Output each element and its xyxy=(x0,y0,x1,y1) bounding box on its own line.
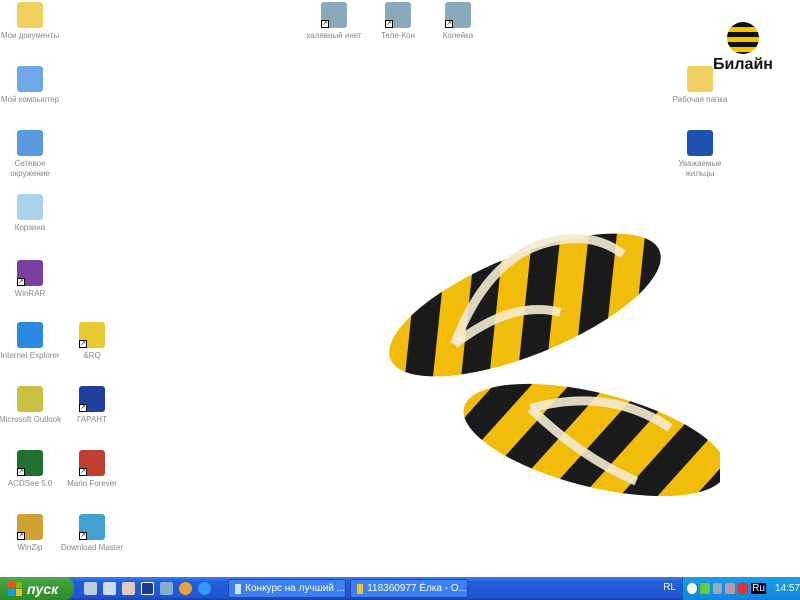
desktop-icon-label: WinRAR xyxy=(14,289,46,298)
network-connection-icon: ↗ xyxy=(321,2,347,28)
flip-flop-top xyxy=(389,233,661,377)
desktop-icon-label: ГАРАНТ xyxy=(77,415,107,424)
acdsee-icon: ↗ xyxy=(17,450,43,476)
mario-icon: ↗ xyxy=(79,450,105,476)
word-document-icon xyxy=(687,130,713,156)
desktop-icon-label: Мои документы xyxy=(0,31,60,40)
desktop-icon-label: Download Master xyxy=(60,543,124,552)
network-connection-icon: ↗ xyxy=(385,2,411,28)
desktop-icon[interactable]: ↗ халявный инет xyxy=(302,2,366,41)
desktop-icon[interactable]: Сетевое окружение xyxy=(0,130,62,179)
desktop-icon-label: Теле-Кон xyxy=(381,31,415,40)
network-connection-icon: ↗ xyxy=(445,2,471,28)
desktop-icon[interactable]: Microsoft Outlook xyxy=(0,386,62,425)
language-indicator[interactable]: RL xyxy=(663,582,676,593)
briefcase-icon xyxy=(357,583,364,594)
flip-flops-wallpaper xyxy=(389,233,720,497)
desktop-icon-label: Корзина xyxy=(14,223,46,232)
tray-app-icon[interactable] xyxy=(699,583,710,594)
shortcut-arrow-icon: ↗ xyxy=(321,20,329,28)
desktop-icon-label: ACDSee 5.0 xyxy=(7,479,53,488)
desktop-icon[interactable]: ↗ Download Master xyxy=(60,514,124,553)
shortcut-arrow-icon: ↗ xyxy=(17,278,25,286)
desktop-icon[interactable]: Internet Explorer xyxy=(0,322,62,361)
windows-logo-icon xyxy=(8,581,22,596)
desktop-icon[interactable]: ↗ Копейка xyxy=(426,2,490,41)
desktop-icon[interactable]: ↗ WinZip xyxy=(0,514,62,553)
network-tray-icon[interactable] xyxy=(712,583,723,594)
desktop-icon-label: Уважаемые жильцы xyxy=(678,159,722,178)
network-tray-icon[interactable] xyxy=(725,583,736,594)
flip-flop-bottom xyxy=(463,383,720,497)
taskbar-task[interactable]: 118360977 Ёлка - О... xyxy=(350,579,468,598)
beeline-logo: Билайн xyxy=(708,22,778,74)
desktop-icon-label: Рабочая папка xyxy=(672,95,728,104)
my-documents-icon xyxy=(17,2,43,28)
system-tray: Ru 14:57 xyxy=(682,577,800,600)
desktop-icon-label: Копейка xyxy=(442,31,474,40)
document-icon xyxy=(235,583,242,594)
desktop-icon-label: Internet Explorer xyxy=(0,351,60,360)
show-hidden-icons-chevron[interactable] xyxy=(687,583,697,594)
internet-explorer-icon xyxy=(17,322,43,348)
desktop-icon-label: Мой компьютер xyxy=(0,95,60,104)
taskbar: пуск Конкурс на лучший ... 118360977 Ёлк… xyxy=(0,577,800,600)
desktop-icon[interactable]: Корзина xyxy=(0,194,62,233)
internet-explorer-icon[interactable] xyxy=(198,582,211,595)
desktop-icon-label: Microsoft Outlook xyxy=(0,415,62,424)
keyboard-layout[interactable]: Ru xyxy=(751,583,766,594)
shortcut-arrow-icon: ↗ xyxy=(79,532,87,540)
beeline-ball-icon xyxy=(727,22,759,54)
clock[interactable]: 14:57 xyxy=(775,583,800,594)
quick-launch-app-icon[interactable] xyxy=(103,582,116,595)
taskbar-task[interactable]: Конкурс на лучший ... xyxy=(228,579,346,598)
quick-launch-app-icon[interactable] xyxy=(160,582,173,595)
start-label: пуск xyxy=(27,580,59,597)
desktop-icon[interactable]: Мой компьютер xyxy=(0,66,62,105)
task-label: 118360977 Ёлка - О... xyxy=(367,583,467,594)
desktop-icon-label: халявный инет xyxy=(306,31,362,40)
desktop-icon[interactable]: Мои документы xyxy=(0,2,62,41)
shortcut-arrow-icon: ↗ xyxy=(445,20,453,28)
garant-icon: ↗ xyxy=(79,386,105,412)
shortcut-arrow-icon: ↗ xyxy=(79,404,87,412)
desktop-icon[interactable]: ↗ Mario Forever xyxy=(60,450,124,489)
logo-text: Билайн xyxy=(713,56,773,73)
outlook-icon xyxy=(17,386,43,412)
rq-icon: ↗ xyxy=(79,322,105,348)
word-icon[interactable] xyxy=(141,582,154,595)
start-button[interactable]: пуск xyxy=(0,577,74,600)
shortcut-arrow-icon: ↗ xyxy=(17,468,25,476)
quick-launch-app-icon[interactable] xyxy=(122,582,135,595)
media-player-icon[interactable] xyxy=(179,582,192,595)
desktop-icon-label: Mario Forever xyxy=(67,479,117,488)
shortcut-arrow-icon: ↗ xyxy=(17,532,25,540)
desktop-icon[interactable]: ↗ ACDSee 5.0 xyxy=(0,450,62,489)
quick-launch-app-icon[interactable] xyxy=(84,582,97,595)
network-icon xyxy=(17,130,43,156)
desktop-icon-label: Сетевое окружение xyxy=(10,159,50,178)
task-label: Конкурс на лучший ... xyxy=(245,583,345,594)
shortcut-arrow-icon: ↗ xyxy=(385,20,393,28)
shield-icon[interactable] xyxy=(738,583,749,594)
winrar-icon: ↗ xyxy=(17,260,43,286)
desktop-icon-label: &RQ xyxy=(83,351,101,360)
desktop-icon[interactable]: Уважаемые жильцы xyxy=(668,130,732,179)
my-computer-icon xyxy=(17,66,43,92)
desktop-icon[interactable]: ↗ Теле-Кон xyxy=(366,2,430,41)
desktop-icon[interactable]: ↗ ГАРАНТ xyxy=(60,386,124,425)
desktop-icon[interactable]: ↗ &RQ xyxy=(60,322,124,361)
quick-launch xyxy=(84,582,224,595)
recycle-bin-icon xyxy=(17,194,43,220)
desktop-icon[interactable]: ↗ WinRAR xyxy=(0,260,62,299)
winzip-icon: ↗ xyxy=(17,514,43,540)
desktop-icon-label: WinZip xyxy=(17,543,43,552)
download-master-icon: ↗ xyxy=(79,514,105,540)
shortcut-arrow-icon: ↗ xyxy=(79,468,87,476)
shortcut-arrow-icon: ↗ xyxy=(79,340,87,348)
